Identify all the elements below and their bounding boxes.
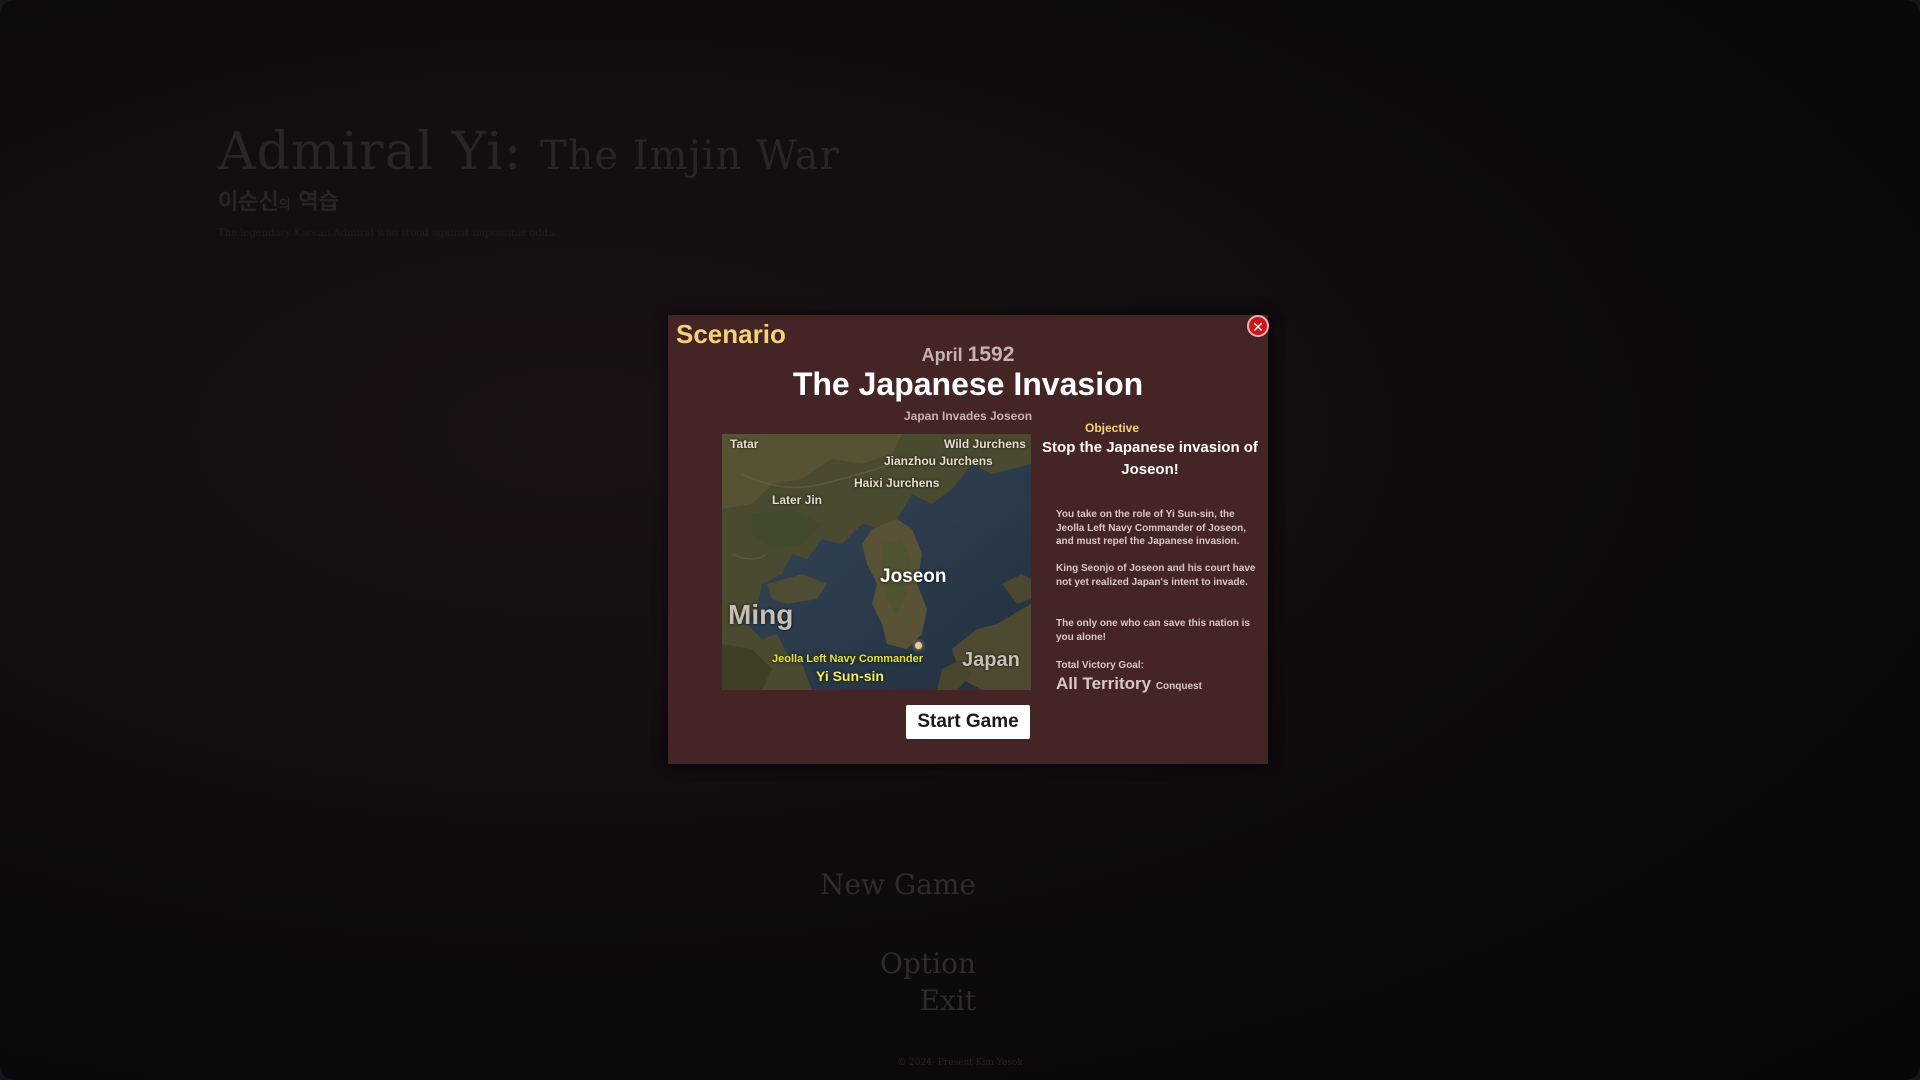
copyright-text: © 2024- Present Kim Yosok	[897, 1058, 1023, 1068]
map-label-later-jin: Later Jin	[772, 493, 823, 507]
scenario-name: The Japanese Invasion	[792, 366, 1144, 402]
korean-title-main: 이순신	[218, 190, 279, 215]
victory-goal-type: Conquest	[1155, 681, 1202, 692]
start-game-button[interactable]: Start Game	[906, 705, 1030, 739]
map-label-commander-name: Yi Sun-sin	[816, 668, 884, 684]
map-label-tatar: Tatar	[730, 437, 759, 451]
scenario-modal: Scenario ✕ April 1592 The Japanese Invas…	[668, 315, 1269, 764]
game-title: Admiral Yi: The Imjin War	[218, 122, 840, 182]
new-game-button[interactable]: New Game	[820, 868, 976, 901]
map-label-commander-title: Jeolla Left Navy Commander	[772, 653, 923, 665]
objective-label: Objective	[1084, 421, 1140, 435]
scenario-map: Tatar Wild Jurchens Jianzhou Jurchens Ha…	[722, 434, 1031, 690]
map-label-joseon: Joseon	[880, 566, 947, 587]
game-title-block: Admiral Yi: The Imjin War 이순신의 역습 The le…	[218, 122, 840, 239]
scenario-description-1: You take on the role of Yi Sun-sin, the …	[1056, 509, 1247, 547]
exit-button[interactable]: Exit	[820, 984, 976, 1017]
scenario-description-3: The only one who can save this nation is…	[1056, 618, 1250, 643]
game-screen: Admiral Yi: The Imjin War 이순신의 역습 The le…	[0, 0, 1920, 1080]
game-title-korean: 이순신의 역습	[218, 184, 840, 216]
scenario-date: April 1592	[668, 343, 1268, 367]
map-label-japan: Japan	[962, 649, 1020, 671]
map-label-ming: Ming	[728, 599, 794, 630]
commander-location-marker	[915, 642, 922, 649]
scenario-month: April	[921, 345, 963, 365]
scenario-description-2: King Seonjo of Joseon and his court have…	[1056, 563, 1256, 588]
close-button[interactable]: ✕	[1247, 315, 1269, 337]
game-title-main: Admiral Yi:	[218, 122, 523, 182]
game-title-sub: The Imjin War	[539, 133, 840, 179]
option-button[interactable]: Option	[820, 947, 976, 980]
victory-goal: All Territory Conquest	[1056, 674, 1202, 694]
main-menu: New Game Option Exit	[820, 868, 976, 1017]
close-icon: ✕	[1252, 319, 1264, 335]
korean-title-small: 의	[278, 198, 291, 213]
map-label-wild-jurchens: Wild Jurchens	[944, 437, 1026, 451]
objective-text: Stop the Japanese invasion of Joseon!	[1042, 439, 1258, 478]
victory-goal-value: All Territory	[1056, 674, 1152, 693]
victory-goal-label: Total Victory Goal:	[1056, 660, 1144, 671]
map-label-haixi-jurchens: Haixi Jurchens	[854, 476, 940, 490]
scenario-subtitle: Japan Invades Joseon	[903, 409, 1033, 423]
korean-title-end: 역습	[298, 190, 339, 215]
map-label-jianzhou-jurchens: Jianzhou Jurchens	[884, 454, 993, 468]
scenario-year: 1592	[967, 343, 1015, 366]
game-tagline: The legendary Korean Admiral who stood a…	[218, 228, 557, 239]
